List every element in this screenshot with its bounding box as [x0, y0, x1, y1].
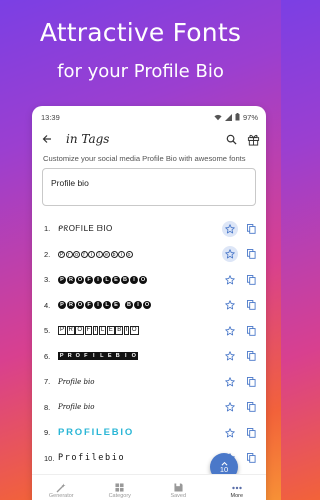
copy-icon[interactable] — [244, 453, 258, 464]
styled-text: Profile bio — [58, 377, 95, 386]
star-icon[interactable] — [222, 323, 238, 339]
styled-text: PROFILEBIO — [58, 427, 135, 439]
nav-saved-label: Saved — [170, 493, 187, 499]
styled-text: ᑭᖇOᖴIᒪE ᗷIO — [58, 223, 113, 233]
row-number: 9. — [44, 428, 51, 438]
page-title: in Tags — [66, 132, 110, 146]
grid-icon — [115, 482, 124, 493]
nav-more-label: More — [230, 493, 244, 499]
row-number: 8. — [44, 402, 51, 412]
nav-generator-label: Generator — [48, 493, 74, 499]
star-icon[interactable] — [222, 220, 238, 237]
gift-icon[interactable] — [247, 133, 260, 146]
star-icon[interactable] — [222, 374, 238, 390]
promo-subline: for your Profile Bio — [57, 61, 224, 82]
styled-text: PROFILEBIO — [58, 301, 222, 310]
status-bar: 13:39 97% — [32, 106, 266, 128]
font-row[interactable]: 3. P R O F I L E B I O — [32, 267, 266, 293]
styled-text: PROFILEBIO — [58, 326, 139, 336]
promo-headline: Attractive Fonts — [39, 18, 242, 47]
row-number: 2. — [44, 249, 51, 259]
more-icon — [232, 482, 242, 493]
font-row[interactable]: 2. Pr o f i l e b i o — [32, 242, 266, 268]
nav-generator[interactable]: Generator — [32, 475, 91, 500]
row-number: 10. — [44, 453, 55, 463]
star-icon[interactable] — [222, 297, 238, 313]
arrow-back-icon[interactable] — [42, 132, 60, 147]
star-icon[interactable] — [222, 272, 238, 288]
copy-icon[interactable] — [244, 249, 258, 260]
description-text: Customize your social media Profile Bio … — [43, 154, 246, 163]
wand-icon — [56, 482, 66, 493]
nav-saved[interactable]: Saved — [149, 475, 208, 500]
nav-category[interactable]: Category — [91, 475, 150, 500]
fab-count: 10 — [219, 464, 229, 474]
row-number: 3. — [44, 275, 51, 285]
copy-icon[interactable] — [244, 376, 258, 387]
font-row[interactable]: 6. P R O F I L E B I O — [32, 344, 266, 370]
font-row[interactable]: 4. P R O F I L E B I O — [32, 293, 266, 319]
font-row[interactable]: 9. PROFILEBIO — [32, 420, 266, 446]
styled-text: Profilebio — [58, 453, 126, 464]
copy-icon[interactable] — [244, 427, 258, 438]
nav-more[interactable]: More — [208, 475, 267, 500]
star-icon[interactable] — [222, 425, 238, 441]
styled-text: PROFILEBIO — [58, 275, 222, 284]
bottom-navigation: Generator Category Saved More — [32, 474, 266, 500]
copy-icon[interactable] — [244, 402, 258, 413]
row-number: 5. — [44, 326, 51, 336]
copy-icon[interactable] — [244, 351, 258, 362]
styled-text: PROFILEBIO — [58, 352, 138, 361]
star-icon[interactable] — [222, 246, 238, 263]
row-number: 7. — [44, 377, 51, 387]
star-icon[interactable] — [222, 348, 238, 364]
app-bar: in Tags — [32, 128, 266, 150]
status-time: 13:39 — [41, 112, 60, 122]
font-row[interactable]: 1. ᑭᖇOᖴIᒪE ᗷIO — [32, 216, 266, 242]
nav-category-label: Category — [108, 493, 131, 499]
copy-icon[interactable] — [244, 300, 258, 311]
copy-icon[interactable] — [244, 325, 258, 336]
copy-icon[interactable] — [244, 274, 258, 285]
font-row[interactable]: 7. Profile bio — [32, 369, 266, 395]
font-style-list: 1. ᑭᖇOᖴIᒪE ᗷIO 2. Pr o f i l e b i o 3. P R O F I L E B I O 4. P… — [32, 216, 266, 471]
star-icon[interactable] — [222, 399, 238, 415]
row-number: 1. — [44, 224, 51, 234]
row-number: 4. — [44, 300, 51, 310]
styled-text: Profilebio — [58, 250, 222, 258]
row-number: 6. — [44, 351, 51, 361]
signal-icon — [224, 113, 232, 121]
styled-text: Profile bio — [58, 403, 95, 412]
battery-icon — [235, 113, 240, 121]
profile-bio-input[interactable]: Profile bio — [42, 168, 256, 206]
search-icon[interactable] — [226, 134, 237, 145]
font-row[interactable]: 8. Profile bio — [32, 395, 266, 421]
battery-level: 97% — [242, 112, 258, 122]
copy-icon[interactable] — [244, 223, 258, 234]
phone-screen: 13:39 97% in Tags Customize your social … — [32, 106, 266, 500]
font-row[interactable]: 5. P R O F I L E B I O — [32, 318, 266, 344]
status-icons: 97% — [214, 113, 258, 122]
wifi-icon — [214, 114, 222, 120]
save-icon — [174, 482, 183, 493]
